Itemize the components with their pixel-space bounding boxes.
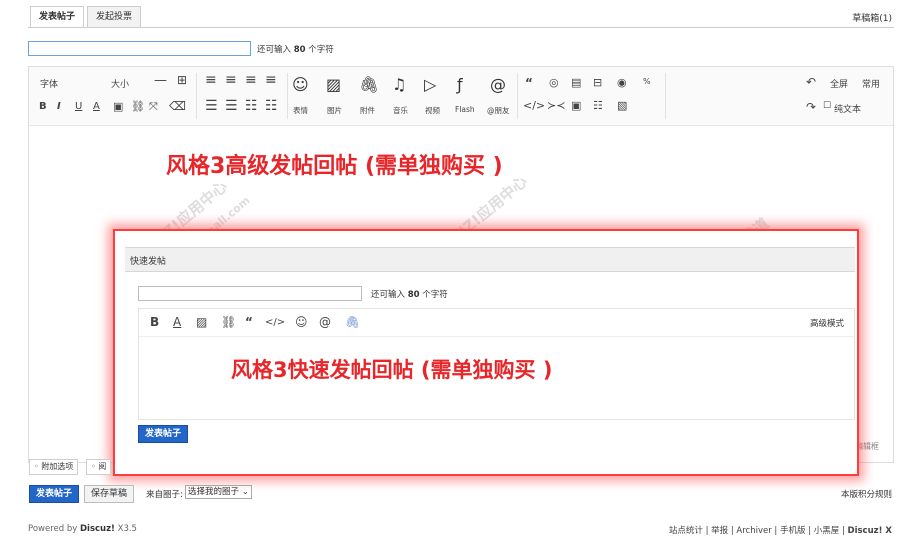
- unlink-icon[interactable]: ⤧: [149, 100, 158, 114]
- pattern-icon[interactable]: ▧: [617, 99, 627, 112]
- extra-options-button[interactable]: ◦ 附加选项: [29, 459, 79, 475]
- more-icon[interactable]: %: [643, 77, 651, 86]
- word-icon[interactable]: ▤: [571, 76, 581, 89]
- flash-label: Flash: [455, 105, 475, 114]
- hr-icon[interactable]: —: [154, 73, 167, 88]
- table-icon[interactable]: ⊞: [177, 73, 187, 87]
- fullscreen-button[interactable]: 全屏: [830, 77, 848, 90]
- emoji-icon[interactable]: ☺: [292, 75, 309, 94]
- italic-icon[interactable]: I: [57, 101, 61, 112]
- editor-toolbar: 字体 大小 — ⊞ B I U A ▣ ⛓ ⤧ ⌫ ≡ ≡ ≡ ≡ ☰ ☰ ☷ …: [29, 67, 893, 126]
- read-options-button[interactable]: ◦ 阅: [86, 459, 112, 475]
- quick-toolbar: B A ▨ ⛓ “ </> ☺ @ 🖇 高级模式: [139, 309, 854, 337]
- ordered-list-icon[interactable]: ☷: [245, 98, 258, 114]
- image-icon[interactable]: ▨: [326, 75, 341, 94]
- code-icon[interactable]: </>: [523, 99, 545, 112]
- post-tabs: 发表帖子 发起投票: [30, 6, 144, 28]
- advanced-mode-link[interactable]: 高级模式: [810, 317, 844, 329]
- quick-editor[interactable]: B A ▨ ⛓ “ </> ☺ @ 🖇 高级模式 风格3快速发帖回帖 (需单独购…: [138, 308, 855, 420]
- background-color-icon[interactable]: ▣: [113, 100, 123, 113]
- redo-icon[interactable]: ↷: [806, 100, 816, 114]
- quick-banner: 风格3快速发帖回帖 (需单独购买 ): [231, 358, 553, 382]
- at-icon[interactable]: @: [319, 315, 331, 329]
- flash-icon[interactable]: ƒ: [457, 75, 463, 94]
- subject-input[interactable]: [28, 41, 251, 56]
- quote-icon[interactable]: “: [525, 76, 533, 90]
- tab-icon[interactable]: ▣: [571, 99, 581, 112]
- quote-icon[interactable]: “: [245, 315, 253, 329]
- submit-post-button[interactable]: 发表帖子: [29, 485, 80, 503]
- music-icon[interactable]: ♫: [392, 75, 406, 94]
- free-icon[interactable]: ◎: [549, 76, 559, 89]
- float-right-icon[interactable]: ☰: [225, 98, 238, 114]
- bold-icon[interactable]: B: [39, 101, 47, 112]
- footer-powered: Powered by Discuz! X3.5: [28, 524, 137, 534]
- plaintext-checkbox[interactable]: ☐: [823, 101, 831, 111]
- tab-divider: [28, 27, 894, 28]
- circle-select[interactable]: 选择我的圈子 ⌄: [185, 485, 252, 499]
- eraser-icon[interactable]: ⌫: [169, 99, 186, 113]
- underline-icon[interactable]: U: [75, 101, 82, 112]
- undo-icon[interactable]: ↶: [806, 75, 816, 89]
- font-select[interactable]: 字体: [40, 77, 58, 90]
- font-color-icon[interactable]: A: [173, 315, 181, 329]
- plaintext-label: 纯文本: [834, 105, 862, 115]
- video-icon[interactable]: ▷: [424, 75, 436, 94]
- attachment-label: 附件: [360, 106, 375, 115]
- password-icon[interactable]: ◉: [617, 76, 627, 89]
- drafts-link[interactable]: 草稿箱(1): [852, 11, 892, 24]
- index-icon[interactable]: ☷: [593, 99, 603, 112]
- align-left-icon[interactable]: ≡: [205, 72, 217, 88]
- quick-post-header: 快速发帖: [125, 247, 855, 272]
- bold-icon[interactable]: B: [150, 315, 159, 329]
- page-icon[interactable]: ⊟: [593, 76, 602, 89]
- align-right-icon[interactable]: ≡: [245, 72, 257, 88]
- link-icon[interactable]: ⛓: [221, 315, 236, 329]
- size-select[interactable]: 大小: [111, 77, 129, 90]
- tab-new-poll[interactable]: 发起投票: [87, 6, 142, 28]
- music-label: 音乐: [393, 106, 408, 115]
- font-color-icon[interactable]: A: [93, 101, 100, 112]
- attachment-icon[interactable]: 🖇: [359, 75, 379, 94]
- tab-new-post[interactable]: 发表帖子: [30, 6, 85, 28]
- video-label: 视频: [425, 106, 440, 115]
- image-icon[interactable]: ▨: [196, 315, 207, 329]
- link-icon[interactable]: ⛓: [131, 100, 145, 113]
- subject-remaining: 还可输入 80 个字符: [257, 45, 334, 55]
- emoji-label: 表情: [293, 106, 308, 115]
- image-label: 图片: [327, 106, 342, 115]
- hide-icon[interactable]: ≻≺: [547, 99, 565, 112]
- from-circle-label: 来自圈子:: [146, 490, 183, 500]
- common-button[interactable]: 常用: [862, 77, 880, 90]
- quick-subject-input[interactable]: [138, 286, 362, 301]
- at-icon[interactable]: @: [490, 75, 506, 94]
- quick-subject-remaining: 还可输入 80 个字符: [371, 290, 448, 300]
- quick-submit-button[interactable]: 发表帖子: [138, 425, 189, 443]
- credit-rules-link[interactable]: 本版积分规则: [841, 488, 892, 500]
- quick-post-panel: 快速发帖 还可输入 80 个字符 B A ▨ ⛓ “ </> ☺ @ 🖇 高级模…: [113, 229, 859, 476]
- save-draft-button[interactable]: 保存草稿: [84, 485, 135, 503]
- align-center-icon[interactable]: ≡: [225, 72, 237, 88]
- emoji-icon[interactable]: ☺: [295, 315, 308, 329]
- unordered-list-icon[interactable]: ☷: [265, 98, 278, 114]
- float-left-icon[interactable]: ☰: [205, 98, 218, 114]
- footer-links[interactable]: 站点统计 | 举报 | Archiver | 手机版 | 小黑屋 | Discu…: [669, 524, 892, 536]
- code-icon[interactable]: </>: [265, 317, 285, 328]
- at-label: @朋友: [487, 106, 510, 115]
- attachment-icon[interactable]: 🖇: [345, 315, 360, 329]
- align-justify-icon[interactable]: ≡: [265, 72, 277, 88]
